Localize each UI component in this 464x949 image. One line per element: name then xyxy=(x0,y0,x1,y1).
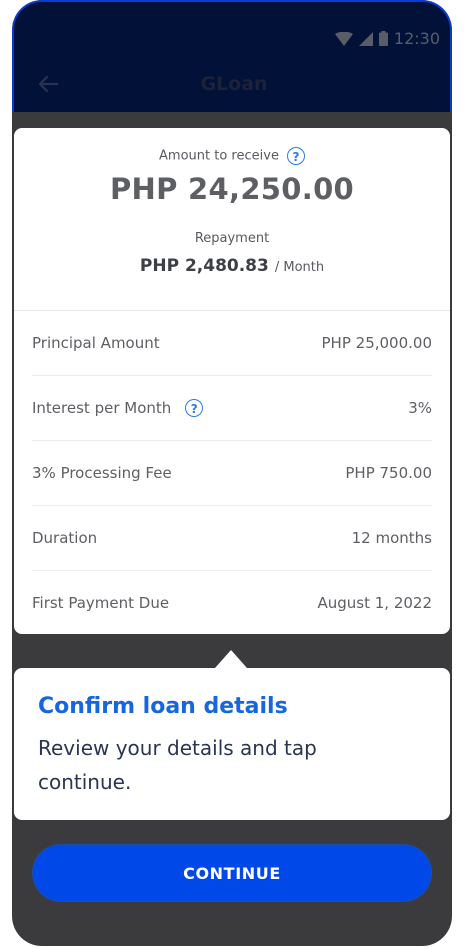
detail-label-wrap: Interest per Month? xyxy=(32,399,204,417)
help-icon[interactable]: ? xyxy=(185,399,204,417)
detail-label: First Payment Due xyxy=(32,594,170,612)
tooltip-title: Confirm loan details xyxy=(38,694,288,719)
page-title: GLoan xyxy=(200,73,268,95)
repayment-unit: / Month xyxy=(274,260,325,275)
amount-label: Amount to receive xyxy=(159,148,279,164)
detail-row-first-payment: First Payment Due August 1, 2022 xyxy=(32,571,432,635)
app-header: 12:30 GLoan xyxy=(12,0,452,112)
continue-button[interactable]: CONTINUE xyxy=(32,844,432,902)
wifi-icon xyxy=(334,31,353,46)
detail-value: 3% xyxy=(408,399,432,417)
detail-value: 12 months xyxy=(351,529,432,547)
detail-row-processing-fee: 3% Processing Fee PHP 750.00 xyxy=(32,441,432,505)
detail-value: August 1, 2022 xyxy=(317,594,432,612)
detail-label: Interest per Month xyxy=(32,399,172,417)
detail-row-principal: Principal Amount PHP 25,000.00 xyxy=(32,311,432,375)
battery-icon xyxy=(378,31,388,46)
help-icon[interactable]: ? xyxy=(286,147,305,165)
repayment-row: PHP 2,480.83 / Month xyxy=(0,256,464,276)
signal-icon xyxy=(358,31,373,46)
repayment-value: PHP 2,480.83 xyxy=(139,256,269,276)
tooltip-text: Review your details and tap continue. xyxy=(38,736,317,794)
amount-value: PHP 24,250.00 xyxy=(109,172,355,206)
tooltip-arrow xyxy=(215,650,247,668)
repayment-label: Repayment xyxy=(194,231,270,246)
detail-value: PHP 25,000.00 xyxy=(321,334,432,352)
app-bar: GLoan xyxy=(14,62,452,108)
status-time: 12:30 xyxy=(393,29,440,48)
detail-label: Principal Amount xyxy=(32,334,160,352)
detail-label: 3% Processing Fee xyxy=(32,464,172,482)
status-bar: 12:30 xyxy=(334,29,440,48)
detail-row-duration: Duration 12 months xyxy=(32,506,432,570)
detail-label: Duration xyxy=(32,529,98,547)
detail-value: PHP 750.00 xyxy=(345,464,432,482)
detail-row-interest: Interest per Month? 3% xyxy=(32,376,432,440)
amount-label-row: Amount to receive? xyxy=(0,147,464,165)
